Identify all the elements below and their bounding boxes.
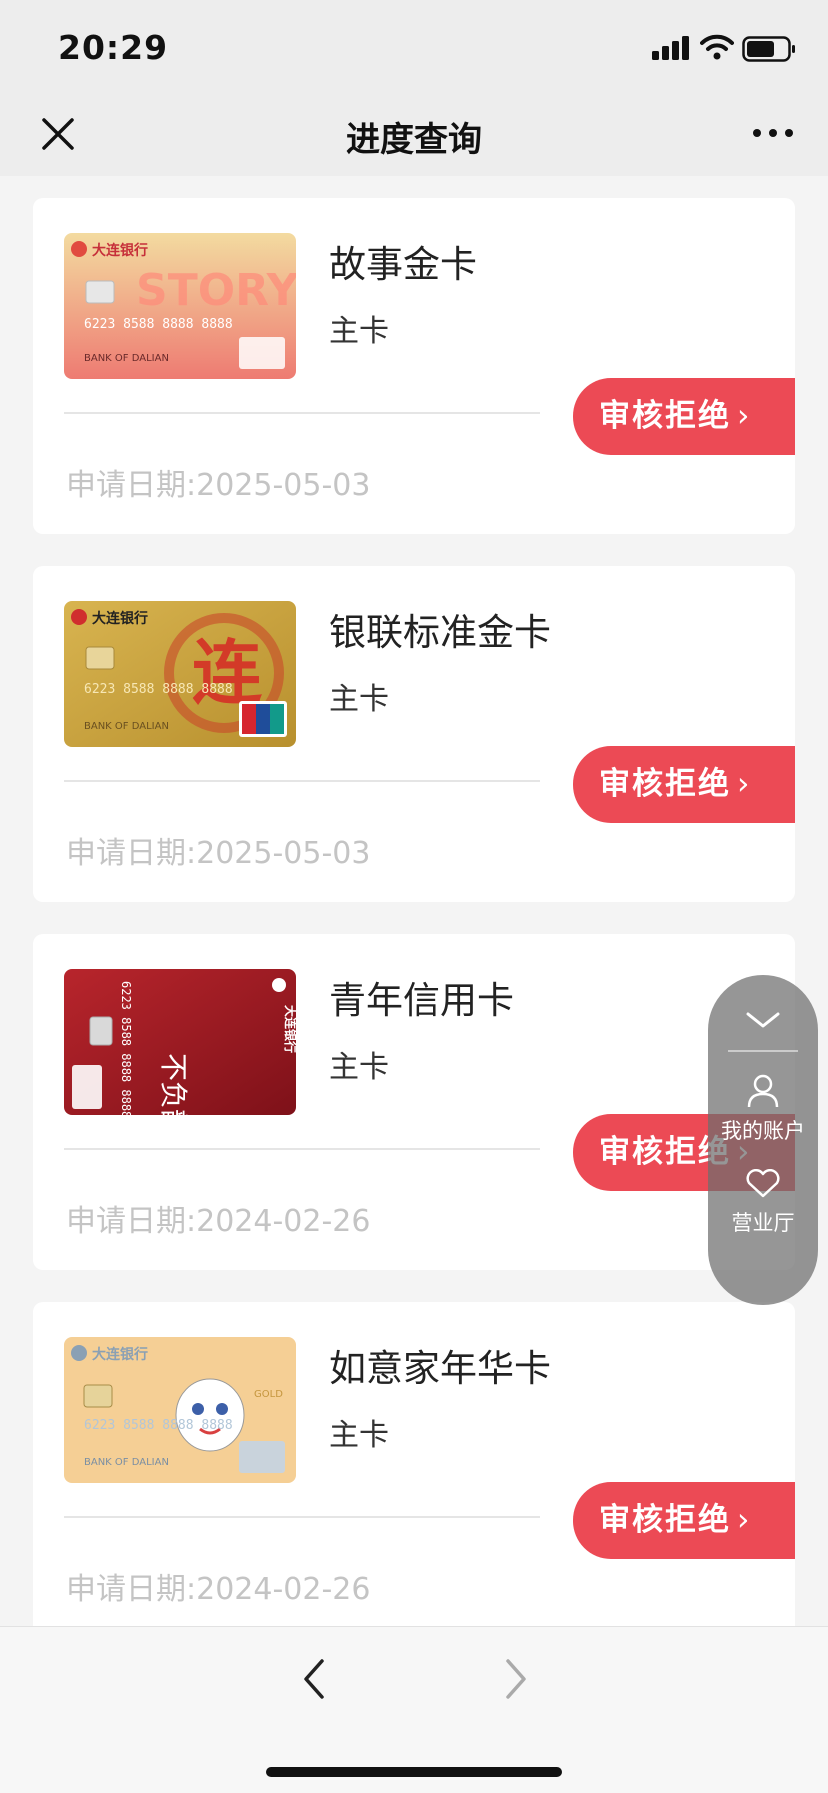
user-icon[interactable] xyxy=(746,1073,780,1109)
card-mark: GOLD xyxy=(254,1389,283,1400)
status-rejected-button[interactable]: 审核拒绝› xyxy=(573,1482,795,1559)
application-card[interactable]: 大连银行 连 6223 8588 8888 8888 BANK OF DALIA… xyxy=(33,566,795,902)
card-image: 大连银行 STORY 6223 8588 8888 8888 BANK OF D… xyxy=(64,233,296,379)
card-type: 主卡 xyxy=(329,1050,389,1085)
card-name: 青年信用卡 xyxy=(329,979,514,1022)
card-type: 主卡 xyxy=(329,682,389,717)
card-type: 主卡 xyxy=(329,1418,389,1453)
card-name: 故事金卡 xyxy=(329,243,477,286)
battery-icon xyxy=(742,36,795,62)
status-label: 审核拒绝 xyxy=(599,398,731,434)
card-image: 大连银行 连 6223 8588 8888 8888 BANK OF DALIA… xyxy=(64,601,296,747)
card-holder: BANK OF DALIAN xyxy=(84,353,169,364)
card-image: 大连银行 6223 8588 8888 8888 不负韶华 xyxy=(64,969,296,1115)
chevron-right-icon: › xyxy=(737,398,752,434)
card-holder: BANK OF DALIAN xyxy=(84,721,169,732)
card-name: 如意家年华卡 xyxy=(329,1347,551,1390)
chevron-right-icon: › xyxy=(737,1502,752,1538)
card-number: 6223 8588 8888 8888 xyxy=(84,1418,233,1433)
card-bank-name: 大连银行 xyxy=(92,242,148,259)
divider xyxy=(64,780,540,782)
status-bar: 20:29 xyxy=(0,0,828,96)
chevron-right-icon: › xyxy=(737,766,752,802)
card-number: 6223 8588 8888 8888 xyxy=(84,317,233,332)
back-arrow-icon[interactable] xyxy=(296,1657,332,1701)
cellular-signal-icon xyxy=(652,36,689,60)
divider xyxy=(64,1516,540,1518)
card-image: 大连银行 GOLD 6223 8588 8888 8888 BANK OF DA… xyxy=(64,1337,296,1483)
card-mark: 不负韶华 xyxy=(157,1053,190,1115)
status-label: 审核拒绝 xyxy=(599,766,731,802)
application-date: 申请日期:2024-02-26 xyxy=(66,1572,371,1607)
card-bank-name: 大连银行 xyxy=(92,1346,148,1363)
application-card[interactable]: 大连银行 STORY 6223 8588 8888 8888 BANK OF D… xyxy=(33,198,795,534)
divider xyxy=(64,1148,540,1150)
application-date: 申请日期:2025-05-03 xyxy=(66,468,371,503)
floating-menu: 我的账户 营业厅 xyxy=(708,975,818,1305)
browser-toolbar xyxy=(0,1626,828,1793)
status-rejected-button[interactable]: 审核拒绝› xyxy=(573,378,795,455)
divider xyxy=(728,1050,798,1052)
my-account-label[interactable]: 我的账户 xyxy=(708,1115,818,1145)
application-list: 大连银行 STORY 6223 8588 8888 8888 BANK OF D… xyxy=(0,176,828,1626)
heart-icon[interactable] xyxy=(744,1169,782,1199)
more-icon[interactable] xyxy=(748,118,798,148)
card-bank-name: 大连银行 xyxy=(283,1005,296,1053)
business-hall-label[interactable]: 营业厅 xyxy=(708,1207,818,1237)
application-card[interactable]: 大连银行 GOLD 6223 8588 8888 8888 BANK OF DA… xyxy=(33,1302,795,1626)
card-mark: STORY xyxy=(136,265,296,316)
wifi-icon xyxy=(700,34,734,60)
card-bank-name: 大连银行 xyxy=(92,610,148,627)
forward-arrow-icon[interactable] xyxy=(498,1657,534,1701)
application-date: 申请日期:2024-02-26 xyxy=(66,1204,371,1239)
divider xyxy=(64,412,540,414)
navigation-bar: 进度查询 xyxy=(0,96,828,176)
status-rejected-button[interactable]: 审核拒绝› xyxy=(573,746,795,823)
application-date: 申请日期:2025-05-03 xyxy=(66,836,371,871)
home-indicator[interactable] xyxy=(266,1767,562,1777)
card-name: 银联标准金卡 xyxy=(329,611,551,654)
card-number: 6223 8588 8888 8888 xyxy=(84,682,233,697)
status-time: 20:29 xyxy=(58,28,169,67)
card-type: 主卡 xyxy=(329,314,389,349)
application-card[interactable]: 大连银行 6223 8588 8888 8888 不负韶华 青年信用卡 主卡 申… xyxy=(33,934,795,1270)
card-holder: BANK OF DALIAN xyxy=(84,1457,169,1468)
page-title: 进度查询 xyxy=(346,120,482,160)
status-label: 审核拒绝 xyxy=(599,1502,731,1538)
card-number: 6223 8588 8888 8888 xyxy=(119,981,133,1115)
chevron-down-icon[interactable] xyxy=(744,1009,782,1031)
